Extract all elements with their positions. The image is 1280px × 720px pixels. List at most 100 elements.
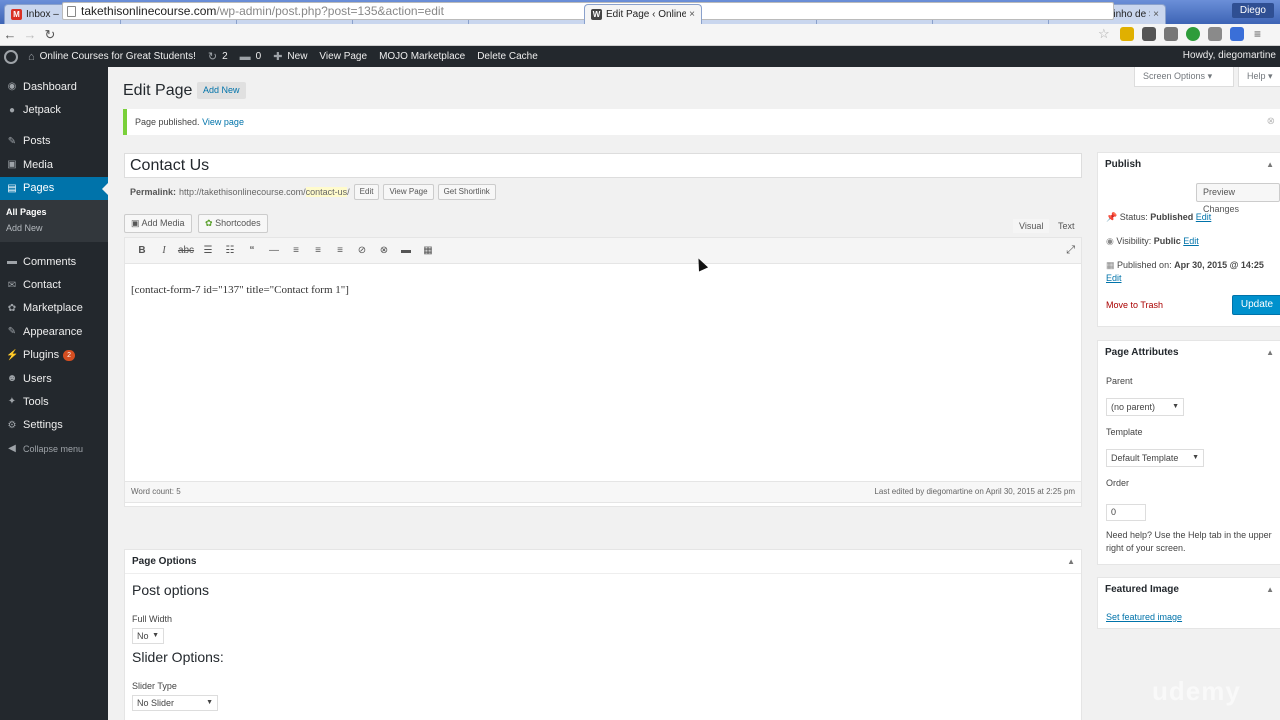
sidebar-item-tools[interactable]: ✦ Tools	[0, 390, 108, 413]
tab-text[interactable]: Text	[1052, 219, 1081, 233]
extension-icon[interactable]	[1142, 27, 1156, 41]
fullscreen-icon[interactable]: ⤢	[1066, 244, 1075, 257]
view-page-button[interactable]: View Page	[383, 184, 434, 200]
featured-image-box: Featured Image ▲ Set featured image	[1097, 577, 1280, 629]
align-center-icon[interactable]: ≡	[307, 245, 329, 256]
admin-bar-account[interactable]: Howdy, diegomartine	[1183, 50, 1276, 61]
screen-options-button[interactable]: Screen Options ▾	[1134, 67, 1234, 87]
content-editor[interactable]: B I abc ☰ ☷ “ — ≡ ≡ ≡ ⊘ ⊗ ▬ ▦ ⤢ [contact…	[124, 237, 1082, 507]
parent-select[interactable]: (no parent) ▼	[1106, 398, 1184, 416]
page-options-header[interactable]: Page Options ▲	[125, 550, 1081, 574]
horizontal-line-icon[interactable]: —	[263, 245, 285, 256]
extension-icon[interactable]	[1164, 27, 1178, 41]
collapse-menu-button[interactable]: ◀ Collapse menu	[0, 437, 108, 460]
shortcodes-icon: ✿	[205, 218, 213, 228]
permalink-edit-button[interactable]: Edit	[353, 184, 380, 200]
date-edit-link[interactable]: Edit	[1106, 273, 1122, 283]
featured-image-header[interactable]: Featured Image ▲	[1098, 578, 1280, 602]
submenu-item[interactable]: All Pages	[0, 204, 108, 220]
help-label: Help	[1247, 71, 1266, 81]
set-featured-image-link[interactable]: Set featured image	[1106, 612, 1182, 622]
reload-icon[interactable]: ↻	[40, 27, 60, 43]
read-more-icon[interactable]: ▬	[395, 245, 417, 256]
admin-bar-delete-cache[interactable]: Delete Cache	[477, 51, 538, 62]
remove-link-icon[interactable]: ⊗	[373, 245, 395, 256]
toolbar-toggle-icon[interactable]: ▦	[417, 245, 439, 256]
get-shortlink-button[interactable]: Get Shortlink	[437, 184, 496, 200]
collapse-arrow-icon[interactable]: ▲	[1266, 341, 1274, 365]
title-field[interactable]: Contact Us	[124, 153, 1082, 178]
forward-arrow-icon[interactable]: →	[20, 27, 40, 42]
back-arrow-icon[interactable]: ←	[0, 27, 20, 42]
browser-user-chip[interactable]: Diego	[1231, 3, 1274, 18]
full-width-select[interactable]: No ▼	[132, 628, 164, 644]
visibility-edit-link[interactable]: Edit	[1183, 236, 1199, 246]
sidebar-item-posts[interactable]: ✎ Posts	[0, 130, 108, 153]
admin-bar-comments[interactable]: ▬ 0	[240, 51, 262, 63]
collapse-arrow-icon[interactable]: ▲	[1067, 550, 1075, 574]
admin-bar-site[interactable]: ⌂ Online Courses for Great Students!	[28, 51, 196, 63]
sidebar-item-media[interactable]: ▣ Media	[0, 153, 108, 176]
browser-tab[interactable]: W Edit Page ‹ Online Co×	[584, 4, 702, 24]
wp-admin-bar: ⌂ Online Courses for Great Students! ↻ 2 ▬…	[0, 46, 1280, 67]
bookmark-star-icon[interactable]: ☆	[1098, 26, 1110, 42]
template-select[interactable]: Default Template ▼	[1106, 449, 1204, 467]
move-to-trash-link[interactable]: Move to Trash	[1106, 300, 1163, 310]
blockquote-icon[interactable]: “	[241, 245, 263, 256]
numbered-list-icon[interactable]: ☷	[219, 245, 241, 256]
slider-type-select[interactable]: No Slider ▼	[132, 695, 218, 711]
align-left-icon[interactable]: ≡	[285, 245, 307, 256]
italic-icon[interactable]: I	[153, 245, 175, 256]
shortcodes-button[interactable]: ✿ Shortcodes	[198, 214, 268, 233]
insert-link-icon[interactable]: ⊘	[351, 245, 373, 256]
help-button[interactable]: Help ▾	[1238, 67, 1280, 87]
bold-icon[interactable]: B	[131, 245, 153, 256]
collapse-arrow-icon[interactable]: ▲	[1266, 153, 1274, 177]
publish-header[interactable]: Publish ▲	[1098, 153, 1280, 177]
view-page-link[interactable]: View page	[202, 117, 244, 127]
menu-icon[interactable]: ≡	[1254, 27, 1268, 41]
add-media-button[interactable]: ▣ Add Media	[124, 214, 192, 233]
admin-bar-view-page[interactable]: View Page	[319, 51, 367, 62]
tab-visual[interactable]: Visual	[1013, 219, 1050, 233]
bullet-list-icon[interactable]: ☰	[197, 245, 219, 256]
sidebar-item-marketplace[interactable]: ✿ Marketplace	[0, 297, 108, 320]
add-new-button[interactable]: Add New	[197, 82, 246, 99]
strikethrough-icon[interactable]: abc	[175, 245, 197, 256]
extension-icon[interactable]	[1208, 27, 1222, 41]
wordpress-logo-icon[interactable]	[4, 49, 18, 64]
permalink-base[interactable]: http://takethisonlinecourse.com/	[179, 187, 306, 197]
submenu-item[interactable]: Add New	[0, 220, 108, 236]
collapse-arrow-icon[interactable]: ▲	[1266, 578, 1274, 602]
close-icon[interactable]: ×	[689, 9, 695, 20]
update-button[interactable]: Update	[1232, 295, 1280, 315]
sidebar-item-pages[interactable]: ▤ Pages	[0, 176, 108, 200]
sidebar-item-settings[interactable]: ⚙ Settings	[0, 414, 108, 437]
extension-icon[interactable]	[1186, 27, 1200, 41]
sidebar-item-comments[interactable]: ▬ Comments	[0, 250, 108, 273]
chevron-down-icon: ▼	[206, 699, 213, 706]
editor-content[interactable]: [contact-form-7 id="137" title="Contact …	[125, 264, 1081, 316]
status-edit-link[interactable]: Edit	[1196, 212, 1212, 222]
sidebar-item-plugins[interactable]: ⚡ Plugins 2	[0, 344, 108, 367]
slider-options-heading: Slider Options:	[132, 649, 224, 665]
extension-icon[interactable]	[1120, 27, 1134, 41]
admin-bar-mojo[interactable]: MOJO Marketplace	[379, 51, 465, 62]
order-input[interactable]: 0	[1106, 504, 1146, 521]
page-attributes-header[interactable]: Page Attributes ▲	[1098, 341, 1280, 365]
sidebar-item-jetpack[interactable]: ● Jetpack	[0, 98, 108, 121]
sidebar-item-users[interactable]: ☻ Users	[0, 367, 108, 390]
align-right-icon[interactable]: ≡	[329, 245, 351, 256]
close-icon[interactable]: ×	[1153, 9, 1159, 20]
sidebar-item-appearance[interactable]: ✎ Appearance	[0, 320, 108, 343]
sidebar-item-dashboard[interactable]: ◉ Dashboard	[0, 75, 108, 98]
admin-bar-new[interactable]: ✚ New	[273, 50, 307, 63]
permalink-slug[interactable]: contact-us	[305, 187, 348, 197]
extension-icon[interactable]	[1230, 27, 1244, 41]
sidebar-item-contact[interactable]: ✉ Contact	[0, 273, 108, 296]
page-icon	[67, 6, 76, 17]
dismiss-icon[interactable]: ⊗	[1267, 109, 1275, 135]
preview-changes-button[interactable]: Preview Changes	[1196, 183, 1280, 214]
pages-icon: ▤	[7, 182, 17, 194]
admin-bar-updates[interactable]: ↻ 2	[208, 50, 228, 63]
